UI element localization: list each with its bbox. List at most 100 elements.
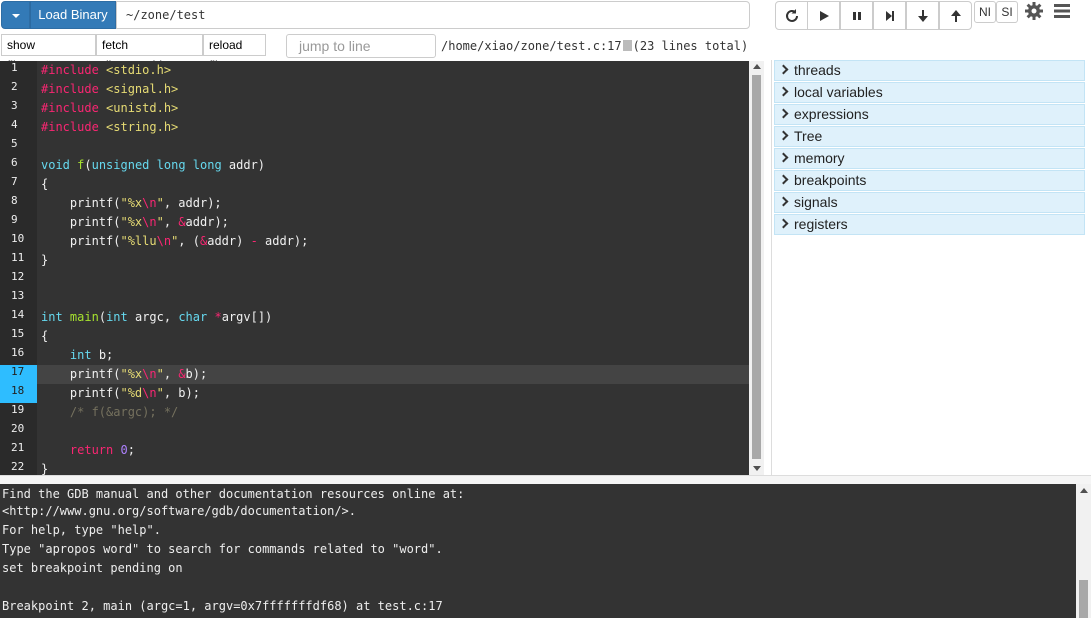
- line-number[interactable]: 6: [0, 156, 37, 175]
- scroll-down-icon[interactable]: [753, 466, 761, 471]
- code-line[interactable]: 21 return 0;: [0, 441, 749, 460]
- chevron-right-icon: [778, 174, 789, 185]
- panel-registers[interactable]: registers: [774, 214, 1085, 235]
- code-line[interactable]: 22}: [0, 460, 749, 475]
- line-number[interactable]: 21: [0, 441, 37, 460]
- panel-threads[interactable]: threads: [774, 60, 1085, 81]
- code-line[interactable]: 20: [0, 422, 749, 441]
- code-line[interactable]: 14 int main(int argc, char *argv[]): [0, 308, 749, 327]
- code-text: void f(unsigned long long addr): [41, 158, 266, 172]
- line-number[interactable]: 19: [0, 403, 37, 422]
- binary-path-input[interactable]: ~/zone/test: [116, 1, 750, 29]
- line-number[interactable]: 7: [0, 175, 37, 194]
- code-line[interactable]: 2 #include <signal.h>: [0, 80, 749, 99]
- code-text: #include <unistd.h>: [41, 101, 179, 115]
- step-instruction-button[interactable]: SI: [996, 1, 1018, 23]
- code-line[interactable]: 11}: [0, 251, 749, 270]
- reload-file-button[interactable]: reload file: [203, 34, 266, 72]
- scroll-up-icon[interactable]: [753, 64, 761, 69]
- code-line[interactable]: 17 printf("%x\n", &b);: [0, 365, 749, 384]
- next-button[interactable]: [873, 1, 906, 30]
- load-binary-button[interactable]: Load Binary: [30, 1, 116, 29]
- panel-label: registers: [794, 216, 848, 232]
- menu-icon[interactable]: [1053, 3, 1071, 19]
- code-text: /* f(&argc); */: [41, 405, 179, 419]
- code-text: printf("%x\n", &b);: [41, 367, 208, 381]
- code-line[interactable]: 10 printf("%llu\n", (&addr) - addr);: [0, 232, 749, 251]
- chevron-right-icon: [778, 130, 789, 141]
- step-button[interactable]: [906, 1, 939, 30]
- code-text: }: [41, 253, 49, 267]
- line-number[interactable]: 3: [0, 99, 37, 118]
- panel-memory[interactable]: memory: [774, 148, 1085, 169]
- line-number[interactable]: 16: [0, 346, 37, 365]
- code-line[interactable]: 4 #include <string.h>: [0, 118, 749, 137]
- code-line[interactable]: 1 #include <stdio.h>: [0, 61, 749, 80]
- chevron-right-icon: [778, 64, 789, 75]
- code-line[interactable]: 18 printf("%d\n", b);: [0, 384, 749, 403]
- step-into-icon: [918, 10, 928, 22]
- run-button[interactable]: [775, 1, 808, 30]
- fetch-disassembly-button[interactable]: fetch disassembly: [96, 34, 203, 72]
- line-number[interactable]: 20: [0, 422, 37, 441]
- load-binary-dropdown-button[interactable]: [1, 1, 30, 29]
- step-over-icon: [886, 11, 894, 21]
- code-line[interactable]: 3 #include <unistd.h>: [0, 99, 749, 118]
- panel-local-variables[interactable]: local variables: [774, 82, 1085, 103]
- line-number[interactable]: 12: [0, 270, 37, 289]
- code-text: printf("%d\n", b);: [41, 386, 200, 400]
- panel-signals[interactable]: signals: [774, 192, 1085, 213]
- line-number[interactable]: 5: [0, 137, 37, 156]
- code-scrollbar[interactable]: [749, 61, 764, 475]
- scroll-up-icon[interactable]: [1080, 488, 1088, 493]
- chevron-right-icon: [778, 86, 789, 97]
- console-scrollbar[interactable]: [1076, 484, 1091, 618]
- code-text: int b;: [69, 348, 114, 362]
- scroll-thumb[interactable]: [752, 75, 761, 459]
- code-line[interactable]: 12: [0, 270, 749, 289]
- gdb-console[interactable]: Find the GDB manual and other documentat…: [0, 484, 1076, 618]
- line-number[interactable]: 15: [0, 327, 37, 346]
- next-instruction-button[interactable]: NI: [974, 1, 996, 23]
- breakpoint-marker[interactable]: 17: [0, 365, 37, 384]
- jump-to-line-input[interactable]: jump to line: [286, 34, 436, 58]
- line-number[interactable]: 10: [0, 232, 37, 251]
- scroll-thumb[interactable]: [1079, 580, 1088, 618]
- line-number[interactable]: 9: [0, 213, 37, 232]
- code-line[interactable]: 16 int b;: [0, 346, 749, 365]
- line-number[interactable]: 4: [0, 118, 37, 137]
- code-line[interactable]: 5: [0, 137, 749, 156]
- line-number[interactable]: 1: [0, 61, 37, 80]
- code-line[interactable]: 13: [0, 289, 749, 308]
- refresh-icon: [786, 9, 798, 22]
- code-line[interactable]: 15 {: [0, 327, 749, 346]
- line-number[interactable]: 13: [0, 289, 37, 308]
- source-code-pane[interactable]: 1 #include <stdio.h> 2 #include <signal.h> 3…: [0, 61, 749, 475]
- code-line[interactable]: 9 printf("%x\n", &addr);: [0, 213, 749, 232]
- panel-breakpoints[interactable]: breakpoints: [774, 170, 1085, 191]
- chevron-right-icon: [778, 152, 789, 163]
- panel-tree[interactable]: Tree: [774, 126, 1085, 147]
- pane-resize-handle[interactable]: [0, 475, 1091, 484]
- line-number[interactable]: 8: [0, 194, 37, 213]
- return-button[interactable]: [939, 1, 972, 30]
- show-filesystem-button[interactable]: show filesystem: [1, 34, 96, 72]
- code-line[interactable]: 6 void f(unsigned long long addr): [0, 156, 749, 175]
- line-number[interactable]: 14: [0, 308, 37, 327]
- line-number[interactable]: 22: [0, 460, 37, 475]
- pause-button[interactable]: [840, 1, 873, 30]
- code-line[interactable]: 7{: [0, 175, 749, 194]
- panel-label: local variables: [794, 84, 883, 100]
- continue-button[interactable]: [807, 1, 840, 30]
- console-line: set breakpoint pending on: [2, 561, 183, 575]
- chevron-right-icon: [778, 196, 789, 207]
- file-line-count: (23 lines total): [632, 39, 749, 53]
- line-number[interactable]: 2: [0, 80, 37, 99]
- code-line[interactable]: 8 printf("%x\n", addr);: [0, 194, 749, 213]
- breakpoint-marker[interactable]: 18: [0, 384, 37, 403]
- panel-expressions[interactable]: expressions: [774, 104, 1085, 125]
- line-number[interactable]: 11: [0, 251, 37, 270]
- code-line[interactable]: 19 /* f(&argc); */: [0, 403, 749, 422]
- debug-panels: threads local variables expressions Tree mem…: [771, 60, 1091, 475]
- gear-icon[interactable]: [1024, 1, 1044, 21]
